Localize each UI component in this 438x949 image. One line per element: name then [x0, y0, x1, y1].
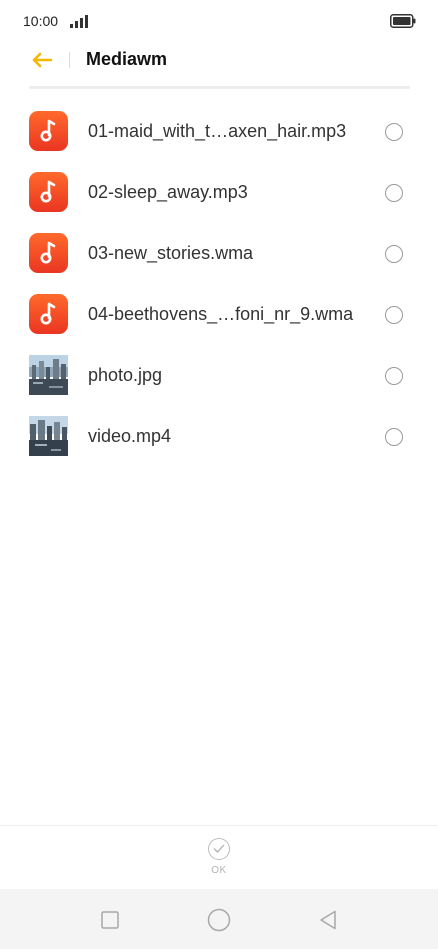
- back-arrow-icon: [32, 52, 53, 68]
- select-radio[interactable]: [385, 245, 403, 263]
- list-item[interactable]: 01-maid_with_t…axen_hair.mp3: [0, 101, 438, 162]
- status-time: 10:00: [23, 13, 59, 29]
- file-name: 04-beethovens_…foni_nr_9.wma: [88, 304, 354, 324]
- system-nav-bar: [0, 889, 438, 949]
- file-name: photo.jpg: [88, 365, 163, 385]
- select-radio[interactable]: [385, 123, 403, 141]
- back-nav-button[interactable]: [316, 908, 340, 932]
- back-button[interactable]: [26, 46, 58, 74]
- select-radio[interactable]: [385, 428, 403, 446]
- select-radio[interactable]: [385, 367, 403, 385]
- music-icon: [29, 233, 68, 273]
- status-bar: 10:00: [0, 0, 438, 42]
- home-button[interactable]: [207, 908, 231, 932]
- list-item[interactable]: 02-sleep_away.mp3: [0, 162, 438, 223]
- file-name: 01-maid_with_t…axen_hair.mp3: [88, 121, 347, 141]
- music-icon: [29, 294, 68, 334]
- page-title: Mediawm: [86, 49, 168, 69]
- file-list: 01-maid_with_t…axen_hair.mp3 02-sleep_aw…: [0, 101, 438, 467]
- header-divider: [69, 52, 70, 68]
- select-radio[interactable]: [385, 306, 403, 324]
- check-circle-icon: [208, 838, 230, 860]
- video-thumbnail-icon: [29, 416, 68, 456]
- list-item[interactable]: 04-beethovens_…foni_nr_9.wma: [0, 284, 438, 345]
- select-radio[interactable]: [385, 184, 403, 202]
- list-item[interactable]: video.mp4: [0, 406, 438, 467]
- signal-icon: [70, 15, 88, 28]
- recent-apps-button[interactable]: [98, 908, 122, 932]
- circle-icon: [207, 908, 231, 932]
- music-icon: [29, 111, 68, 151]
- square-icon: [101, 911, 119, 929]
- music-icon: [29, 172, 68, 212]
- file-name: 02-sleep_away.mp3: [88, 182, 248, 202]
- ok-button[interactable]: OK: [194, 836, 244, 882]
- header: Mediawm: [0, 42, 438, 88]
- file-name: 03-new_stories.wma: [88, 243, 254, 263]
- list-item[interactable]: 03-new_stories.wma: [0, 223, 438, 284]
- photo-thumbnail-icon: [29, 355, 68, 395]
- list-item[interactable]: photo.jpg: [0, 345, 438, 406]
- file-name: video.mp4: [88, 426, 172, 446]
- header-underline: [29, 86, 410, 89]
- ok-label: OK: [211, 865, 227, 876]
- battery-icon: [390, 14, 416, 28]
- triangle-back-icon: [320, 910, 336, 930]
- bottom-divider: [0, 825, 438, 826]
